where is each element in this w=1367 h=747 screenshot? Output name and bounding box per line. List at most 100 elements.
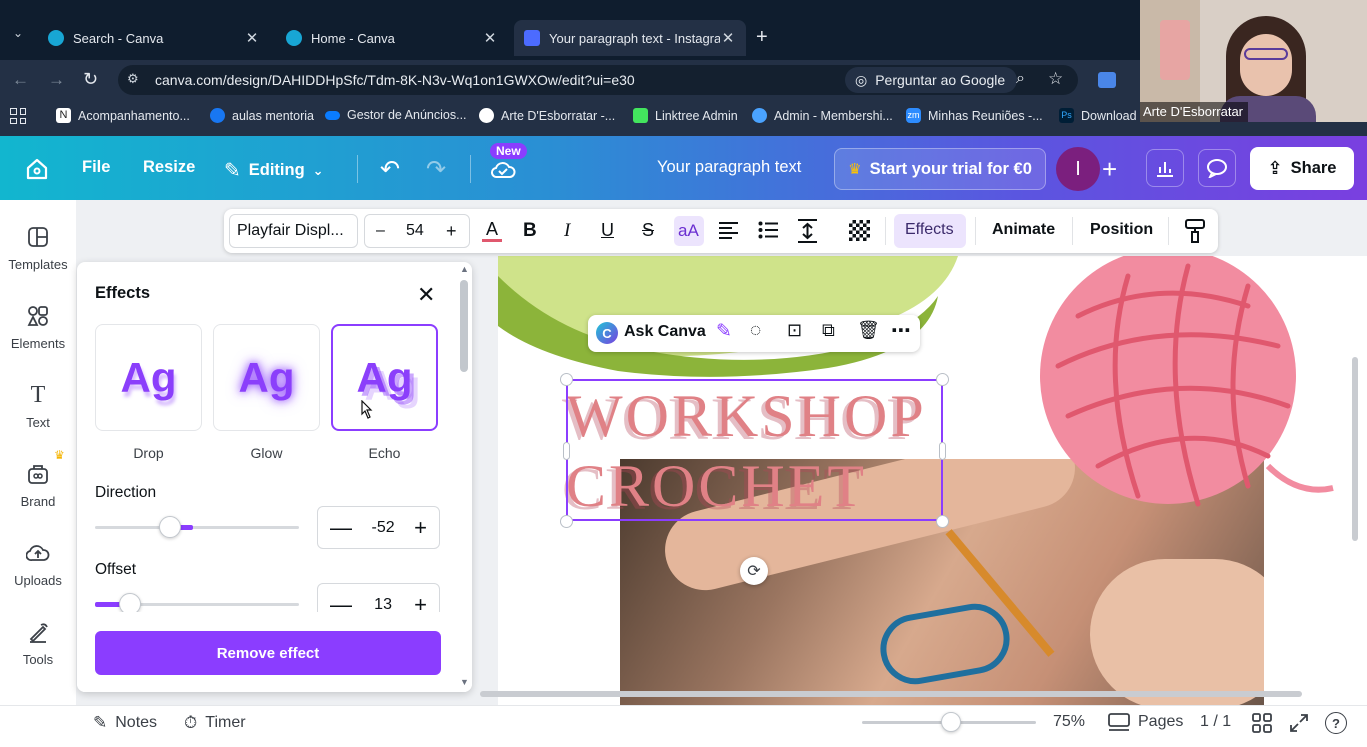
resize-handle[interactable] <box>936 373 949 386</box>
cloud-save-icon[interactable] <box>490 158 516 180</box>
bookmark-star-icon[interactable]: ☆ <box>1048 69 1063 89</box>
direction-slider-thumb[interactable] <box>159 516 182 538</box>
magic-wand-icon[interactable]: ✎ <box>716 320 732 343</box>
tab-your-paragraph-text[interactable]: Your paragraph text - Instagram ✕ <box>514 20 746 56</box>
bookmark-item[interactable]: Arte D'Esborratar -... <box>479 108 615 123</box>
pages-button[interactable]: Pages <box>1108 713 1183 731</box>
transparency-icon[interactable] <box>849 220 870 241</box>
comments-icon[interactable] <box>1198 149 1236 187</box>
url-text[interactable]: canva.com/design/DAHIDDHpSfc/Tdm-8K-N3v-… <box>155 72 635 88</box>
ask-google-button[interactable]: ◎ Perguntar ao Google <box>845 67 1018 93</box>
close-icon[interactable]: ✕ <box>417 282 435 308</box>
bookmark-item[interactable]: zm Minhas Reuniões -... <box>906 108 1043 123</box>
close-tab-icon[interactable]: ✕ <box>244 29 260 47</box>
resize-handle[interactable] <box>560 515 573 528</box>
tab-search-canva[interactable]: Search - Canva ✕ <box>38 20 270 56</box>
scroll-up-icon[interactable]: ▲ <box>460 264 469 274</box>
editing-mode-dropdown[interactable]: ✎ Editing ⌄ <box>224 158 324 183</box>
reload-icon[interactable]: ↻ <box>83 69 98 90</box>
add-collaborator-icon[interactable]: + <box>1102 154 1117 185</box>
direction-increase-icon[interactable]: + <box>414 515 427 541</box>
resize-handle[interactable] <box>560 373 573 386</box>
forward-icon[interactable]: → <box>48 70 65 90</box>
rotate-icon[interactable]: ⟳ <box>740 557 768 585</box>
offset-value-input[interactable]: 13 <box>374 596 392 614</box>
direction-decrease-icon[interactable]: — <box>330 515 352 541</box>
direction-value-input[interactable]: -52 <box>372 519 395 537</box>
ask-canva-button[interactable]: Ask Canva <box>624 323 706 341</box>
underline-icon[interactable]: U <box>601 220 614 241</box>
effects-button[interactable]: Effects <box>905 221 954 239</box>
tab-list-chevron-icon[interactable]: ⌄ <box>8 26 28 48</box>
back-icon[interactable]: ← <box>12 70 29 90</box>
home-icon[interactable] <box>24 156 50 182</box>
rail-item-uploads[interactable]: Uploads <box>0 542 76 588</box>
redo-icon[interactable]: ↷ <box>426 155 446 184</box>
start-trial-button[interactable]: ♛ Start your trial for €0 <box>834 148 1046 190</box>
document-title[interactable]: Your paragraph text <box>657 158 801 177</box>
bookmark-item[interactable]: Admin - Membershi... <box>752 108 893 123</box>
trash-icon[interactable]: 🗑 <box>857 320 880 341</box>
strikethrough-icon[interactable]: S <box>642 220 654 241</box>
rail-item-tools[interactable]: Tools <box>0 621 76 667</box>
tab-home-canva[interactable]: Home - Canva ✕ <box>276 20 508 56</box>
timer-button[interactable]: ⏱ Timer <box>184 713 246 733</box>
rail-item-templates[interactable]: Templates <box>0 226 76 272</box>
italic-icon[interactable]: I <box>564 220 570 242</box>
bookmark-item[interactable]: Gestor de Anúncios... <box>325 108 467 122</box>
scroll-down-icon[interactable]: ▼ <box>460 677 469 687</box>
avatar[interactable]: I <box>1056 147 1100 191</box>
close-tab-icon[interactable]: ✕ <box>482 29 498 47</box>
lock-icon[interactable]: ⊡ <box>787 320 802 341</box>
zoom-slider-thumb[interactable] <box>940 712 961 732</box>
position-button[interactable]: Position <box>1090 221 1153 239</box>
close-tab-icon[interactable]: ✕ <box>720 29 736 47</box>
direction-slider-track[interactable] <box>95 526 299 529</box>
fullscreen-icon[interactable] <box>1289 713 1309 733</box>
panel-scrollbar[interactable] <box>460 280 468 372</box>
rail-item-elements[interactable]: Elements <box>0 305 76 351</box>
share-button[interactable]: ⇪ Share <box>1250 147 1354 190</box>
bookmark-item[interactable]: aulas mentoria <box>210 108 314 123</box>
resize-handle[interactable] <box>936 515 949 528</box>
more-options-icon[interactable]: ⋯ <box>891 318 911 343</box>
zoom-icon[interactable]: ⌕ <box>1016 70 1025 88</box>
site-info-icon[interactable]: ⚙ <box>127 71 145 89</box>
font-size-decrease-button[interactable]: – <box>376 222 385 240</box>
file-menu[interactable]: File <box>82 158 110 177</box>
remove-effect-button[interactable]: Remove effect <box>95 631 441 675</box>
rail-item-text[interactable]: T Text <box>0 383 76 430</box>
bookmark-item[interactable]: Ps Download <box>1059 108 1137 123</box>
bullet-list-icon[interactable] <box>758 221 779 239</box>
duplicate-icon[interactable]: ⧉ <box>822 320 835 341</box>
notes-button[interactable]: ✎ Notes <box>93 713 157 733</box>
text-color-icon[interactable]: A <box>482 219 502 243</box>
apps-grid-icon[interactable] <box>10 108 26 124</box>
new-tab-button[interactable]: + <box>756 26 768 49</box>
bookmark-item[interactable]: Linktree Admin <box>633 108 738 123</box>
resize-button[interactable]: Resize <box>143 158 195 177</box>
canvas-vertical-scrollbar[interactable] <box>1352 357 1358 541</box>
undo-icon[interactable]: ↶ <box>380 155 400 184</box>
align-left-icon[interactable] <box>718 221 739 239</box>
help-icon[interactable]: ? <box>1325 712 1347 734</box>
font-size-increase-button[interactable]: + <box>446 221 457 242</box>
canvas-horizontal-scrollbar[interactable] <box>480 691 1302 697</box>
insights-icon[interactable] <box>1146 149 1184 187</box>
letter-case-button[interactable]: aA <box>678 221 699 241</box>
zoom-level[interactable]: 75% <box>1053 713 1085 731</box>
bold-icon[interactable]: B <box>523 220 537 242</box>
effect-card-echo[interactable]: Ag <box>331 324 438 431</box>
spacing-icon[interactable] <box>797 219 818 243</box>
translate-icon[interactable] <box>1098 72 1116 88</box>
animate-button[interactable]: Animate <box>992 221 1055 239</box>
font-size-input[interactable]: 54 <box>406 222 424 240</box>
effect-card-glow[interactable]: Ag <box>213 324 320 431</box>
resize-handle[interactable] <box>563 442 570 460</box>
resize-handle[interactable] <box>939 442 946 460</box>
yarn-ball-graphic[interactable] <box>1038 256 1338 516</box>
effect-card-drop[interactable]: Ag <box>95 324 202 431</box>
bookmark-item[interactable]: N Acompanhamento... <box>56 108 190 123</box>
paint-format-icon[interactable] <box>1185 218 1205 244</box>
rail-item-brand[interactable]: Brand <box>0 463 76 509</box>
